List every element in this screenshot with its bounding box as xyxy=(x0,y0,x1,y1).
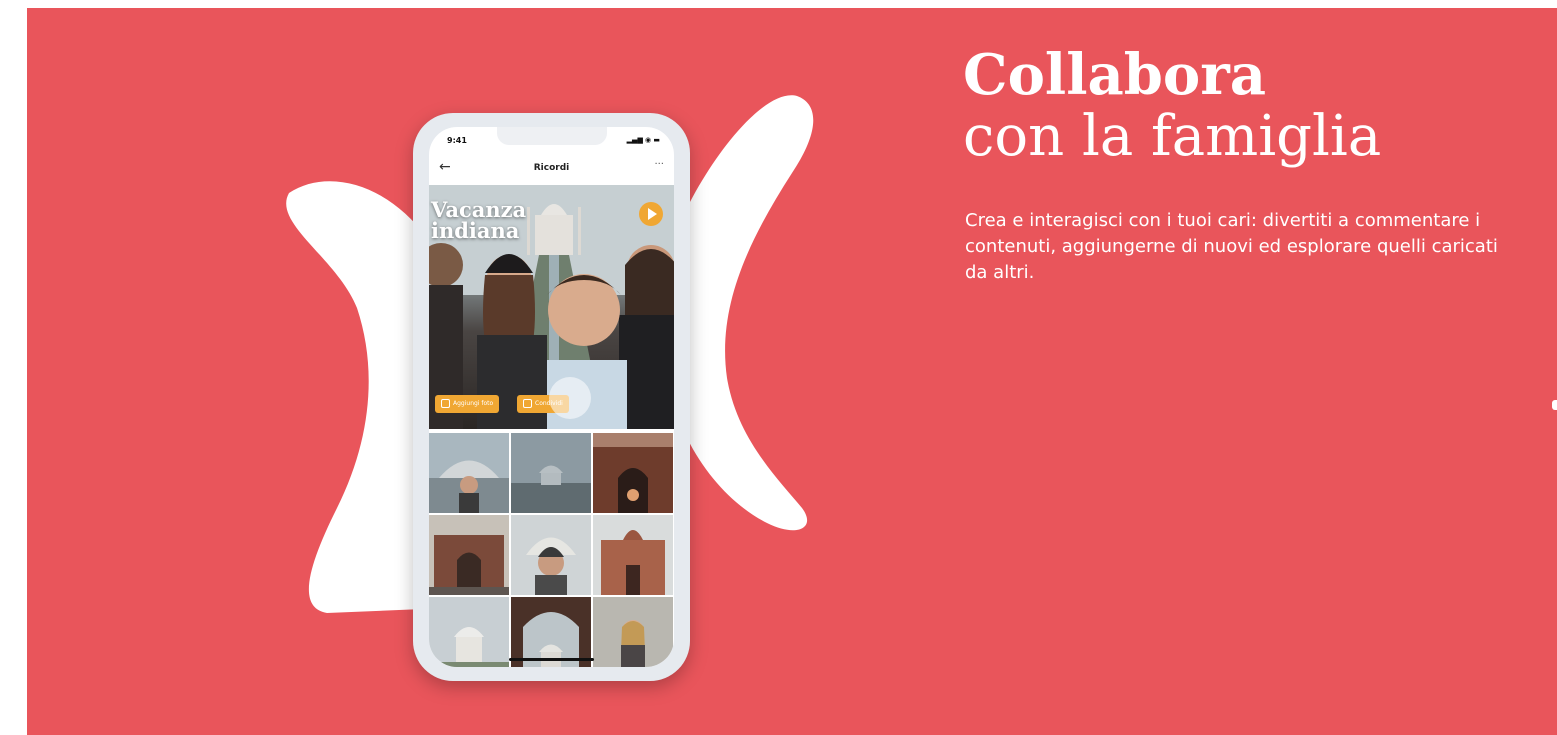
album-title: Vacanza indiana xyxy=(431,199,526,241)
photo-thumbnail[interactable] xyxy=(511,515,591,595)
phone-screen: 9:41 ▂▄▆ ◉ ▬ ← Ricordi ··· Vacanza india… xyxy=(429,127,674,667)
add-photo-button[interactable]: Aggiungi foto xyxy=(435,395,500,413)
status-time: 9:41 xyxy=(447,136,467,145)
phone-notch xyxy=(497,127,607,145)
photo-icon xyxy=(441,399,450,408)
photo-thumbnail[interactable] xyxy=(429,515,509,595)
phone-mockup: 9:41 ▂▄▆ ◉ ▬ ← Ricordi ··· Vacanza india… xyxy=(413,113,690,681)
hero-banner: 9:41 ▂▄▆ ◉ ▬ ← Ricordi ··· Vacanza india… xyxy=(27,8,1557,735)
section-description: Crea e interagisci con i tuoi cari: dive… xyxy=(965,210,1498,283)
app-nav-bar: ← Ricordi ··· xyxy=(429,155,674,185)
photo-thumbnail[interactable] xyxy=(593,515,673,595)
signal-battery-icon: ▂▄▆ ◉ ▬ xyxy=(626,136,660,144)
photo-thumbnail[interactable] xyxy=(511,597,591,667)
heading-line2: con la famiglia xyxy=(963,104,1382,169)
photo-thumbnail[interactable] xyxy=(511,433,591,513)
photo-thumbnail[interactable] xyxy=(429,597,509,667)
play-icon[interactable] xyxy=(639,202,663,226)
nav-title: Ricordi xyxy=(533,163,570,173)
album-title-line2: indiana xyxy=(431,218,520,243)
heading-line1: Collabora xyxy=(963,42,1267,108)
photo-thumbnail[interactable] xyxy=(593,433,673,513)
carousel-edge-indicator xyxy=(1552,400,1557,410)
more-horizontal-icon[interactable]: ··· xyxy=(654,159,664,170)
status-bar: 9:41 ▂▄▆ ◉ ▬ xyxy=(429,127,674,153)
album-cover-photo[interactable]: Vacanza indiana Aggiungi foto Condividi xyxy=(429,185,674,429)
album-title-line1: Vacanza xyxy=(431,197,527,222)
tap-indicator xyxy=(549,377,591,419)
photo-thumbnail[interactable] xyxy=(429,433,509,513)
photo-thumbnail[interactable] xyxy=(593,597,673,667)
share-icon xyxy=(523,399,532,408)
add-photo-label: Aggiungi foto xyxy=(453,400,494,407)
home-indicator xyxy=(509,658,594,661)
section-heading: Collabora con la famiglia xyxy=(963,44,1381,168)
